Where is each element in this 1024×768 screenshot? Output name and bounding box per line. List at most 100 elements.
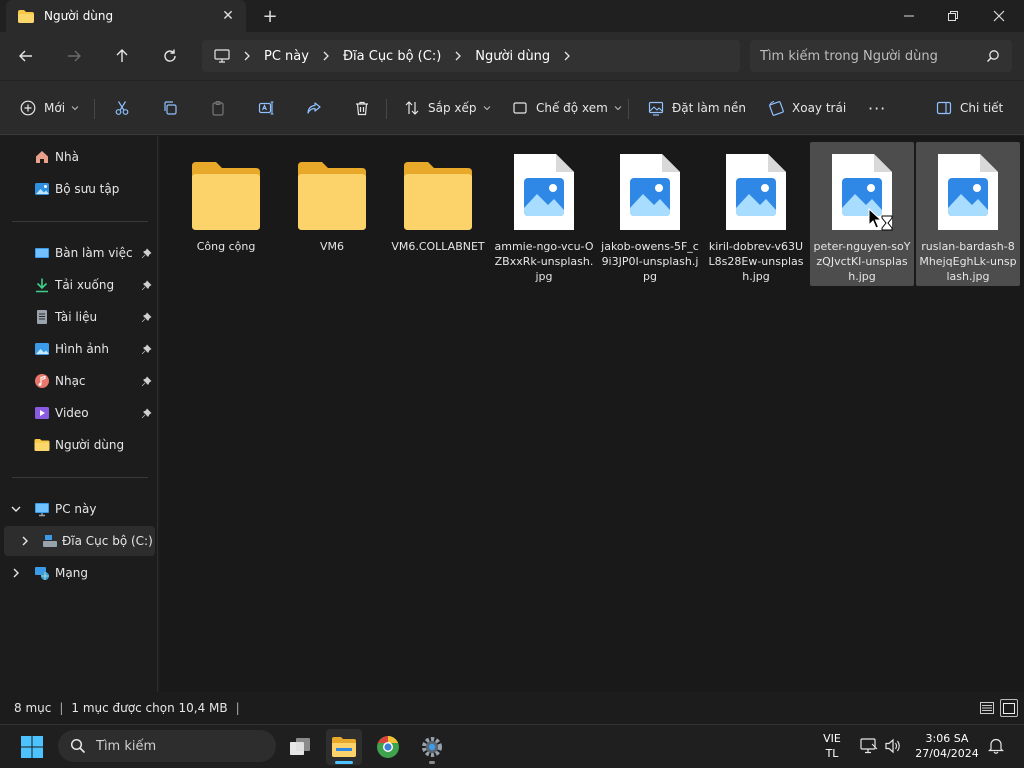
monitor-icon	[214, 49, 230, 63]
rename-button[interactable]	[258, 95, 274, 121]
folder-icon	[192, 162, 260, 230]
new-label: Mới	[44, 101, 66, 115]
pin-icon[interactable]	[141, 408, 152, 419]
share-button[interactable]	[306, 95, 322, 121]
details-view-button[interactable]	[978, 699, 996, 717]
tab-nguoi-dung[interactable]: Người dùng ✕	[6, 0, 246, 32]
minimize-button[interactable]	[886, 0, 932, 32]
breadcrumb-users[interactable]: Người dùng	[475, 49, 550, 64]
restore-button[interactable]	[930, 0, 976, 32]
taskbar: Tìm kiếm VIE TL 3:06 SA 27/04/2024	[0, 724, 1024, 768]
sidebar-label: PC này	[55, 502, 97, 516]
chevron-right-icon[interactable]	[11, 568, 21, 578]
folder-icon	[404, 162, 472, 230]
file-item[interactable]: VM6	[280, 142, 384, 286]
breadcrumb[interactable]: PC này Đĩa Cục bộ (C:) Người dùng	[202, 40, 740, 72]
sort-button[interactable]: Sắp xếp	[404, 95, 491, 121]
details-button[interactable]: Chi tiết	[936, 95, 1003, 121]
clock-time: 3:06 SA	[925, 732, 969, 745]
settings-taskbar-button[interactable]	[414, 729, 450, 765]
notification-bell-icon[interactable]	[988, 737, 1004, 755]
breadcrumb-this-pc[interactable]: PC này	[264, 49, 309, 64]
pin-icon[interactable]	[141, 312, 152, 323]
command-bar: Mới Sắp xếp Chế độ xem Đặt làm nền Xoay …	[0, 80, 1024, 135]
status-divider: |	[59, 701, 64, 715]
folder-icon	[18, 9, 34, 23]
sidebar-item-users[interactable]: Người dùng	[0, 430, 156, 460]
rotate-left-button[interactable]: Xoay trái	[768, 95, 846, 121]
file-explorer-icon	[332, 737, 356, 757]
taskbar-search-input[interactable]: Tìm kiếm	[96, 739, 156, 754]
file-item[interactable]: kiril-dobrev-v63UL8s28Ew-unsplash.jpg	[704, 142, 808, 286]
chrome-canary-taskbar-button[interactable]	[370, 729, 406, 765]
search-box[interactable]: Tìm kiếm trong Người dùng	[750, 40, 1012, 72]
view-button[interactable]: Chế độ xem	[512, 95, 622, 121]
sidebar-item-home[interactable]: Nhà	[0, 142, 156, 172]
large-icons-view-button[interactable]	[1000, 699, 1018, 717]
clock[interactable]: 3:06 SA 27/04/2024	[912, 731, 982, 761]
set-as-background-button[interactable]: Đặt làm nền	[648, 95, 746, 121]
sidebar-item-music[interactable]: Nhạc	[0, 366, 156, 396]
forward-button[interactable]	[60, 42, 88, 70]
refresh-button[interactable]	[156, 42, 184, 70]
running-app-indicator	[429, 761, 435, 764]
pin-icon[interactable]	[141, 248, 152, 259]
toolbar-divider	[386, 99, 387, 119]
file-name: ammie-ngo-vcu-OZBxxRk-unsplash.jpg	[494, 240, 594, 283]
copy-button[interactable]	[162, 95, 178, 121]
breadcrumb-local-disk[interactable]: Đĩa Cục bộ (C:)	[343, 49, 441, 64]
file-explorer-taskbar-button[interactable]	[326, 729, 362, 765]
chevron-down-icon[interactable]	[11, 504, 21, 514]
sidebar-item-network[interactable]: Mạng	[0, 558, 156, 588]
sidebar-item-pictures[interactable]: Hình ảnh	[0, 334, 156, 364]
folder-icon	[298, 162, 366, 230]
file-item[interactable]: VM6.COLLABNET	[386, 142, 490, 286]
file-name: jakob-owens-5F_c9i3JP0I-unsplash.jpg	[601, 240, 699, 283]
back-button[interactable]	[12, 42, 40, 70]
file-item[interactable]: Công cộng	[174, 142, 278, 286]
up-button[interactable]	[108, 42, 136, 70]
paste-button[interactable]	[210, 95, 226, 121]
chevron-right-icon[interactable]	[20, 536, 30, 546]
documents-icon	[37, 310, 47, 324]
pin-icon[interactable]	[141, 376, 152, 387]
new-button[interactable]: Mới	[20, 95, 79, 121]
delete-button[interactable]	[354, 95, 370, 121]
file-view[interactable]: Công cộng VM6 VM6.COLLABNET ammie-ngo-vc…	[160, 136, 1024, 692]
file-name: ruslan-bardash-8MhejqEghLk-unsplash.jpg	[919, 240, 1017, 283]
cut-button[interactable]	[114, 95, 130, 121]
pin-icon[interactable]	[141, 344, 152, 355]
sidebar-item-gallery[interactable]: Bộ sưu tập	[0, 174, 156, 204]
network-monitor-icon[interactable]	[860, 738, 878, 754]
copy-icon	[164, 101, 177, 115]
taskbar-search[interactable]: Tìm kiếm	[58, 730, 276, 762]
pin-icon[interactable]	[141, 280, 152, 291]
download-icon	[36, 278, 48, 293]
home-icon	[36, 151, 48, 163]
sidebar-item-local-disk[interactable]: Đĩa Cục bộ (C:)	[4, 526, 155, 556]
chevron-right-icon[interactable]	[562, 51, 572, 61]
language-indicator[interactable]: VIE TL	[814, 731, 850, 761]
close-tab-button[interactable]: ✕	[214, 2, 242, 30]
sidebar-label: Bộ sưu tập	[55, 182, 120, 196]
sidebar-item-this-pc[interactable]: PC này	[0, 494, 156, 524]
volume-icon[interactable]	[884, 738, 902, 754]
file-item[interactable]: jakob-owens-5F_c9i3JP0I-unsplash.jpg	[598, 142, 702, 286]
item-count: 8 mục	[14, 701, 52, 715]
sidebar-label: Nhà	[55, 150, 79, 164]
task-view-button[interactable]	[282, 729, 318, 765]
more-options-button[interactable]: ···	[868, 95, 886, 121]
new-tab-button[interactable]: +	[256, 2, 284, 30]
file-item[interactable]: ammie-ngo-vcu-OZBxxRk-unsplash.jpg	[492, 142, 596, 286]
sidebar-item-desktop[interactable]: Bàn làm việc	[0, 238, 156, 268]
tab-title: Người dùng	[44, 9, 114, 23]
sidebar-item-documents[interactable]: Tài liệu	[0, 302, 156, 332]
start-button[interactable]	[14, 729, 50, 765]
search-input[interactable]: Tìm kiếm trong Người dùng	[760, 49, 986, 64]
sort-icon	[405, 101, 419, 115]
sidebar-item-downloads[interactable]: Tải xuống	[0, 270, 156, 300]
file-item[interactable]: peter-nguyen-soYzQJvctKI-unsplash.jpg	[810, 142, 914, 286]
sidebar-item-video[interactable]: Video	[0, 398, 156, 428]
file-item[interactable]: ruslan-bardash-8MhejqEghLk-unsplash.jpg	[916, 142, 1020, 286]
close-window-button[interactable]	[976, 0, 1022, 32]
